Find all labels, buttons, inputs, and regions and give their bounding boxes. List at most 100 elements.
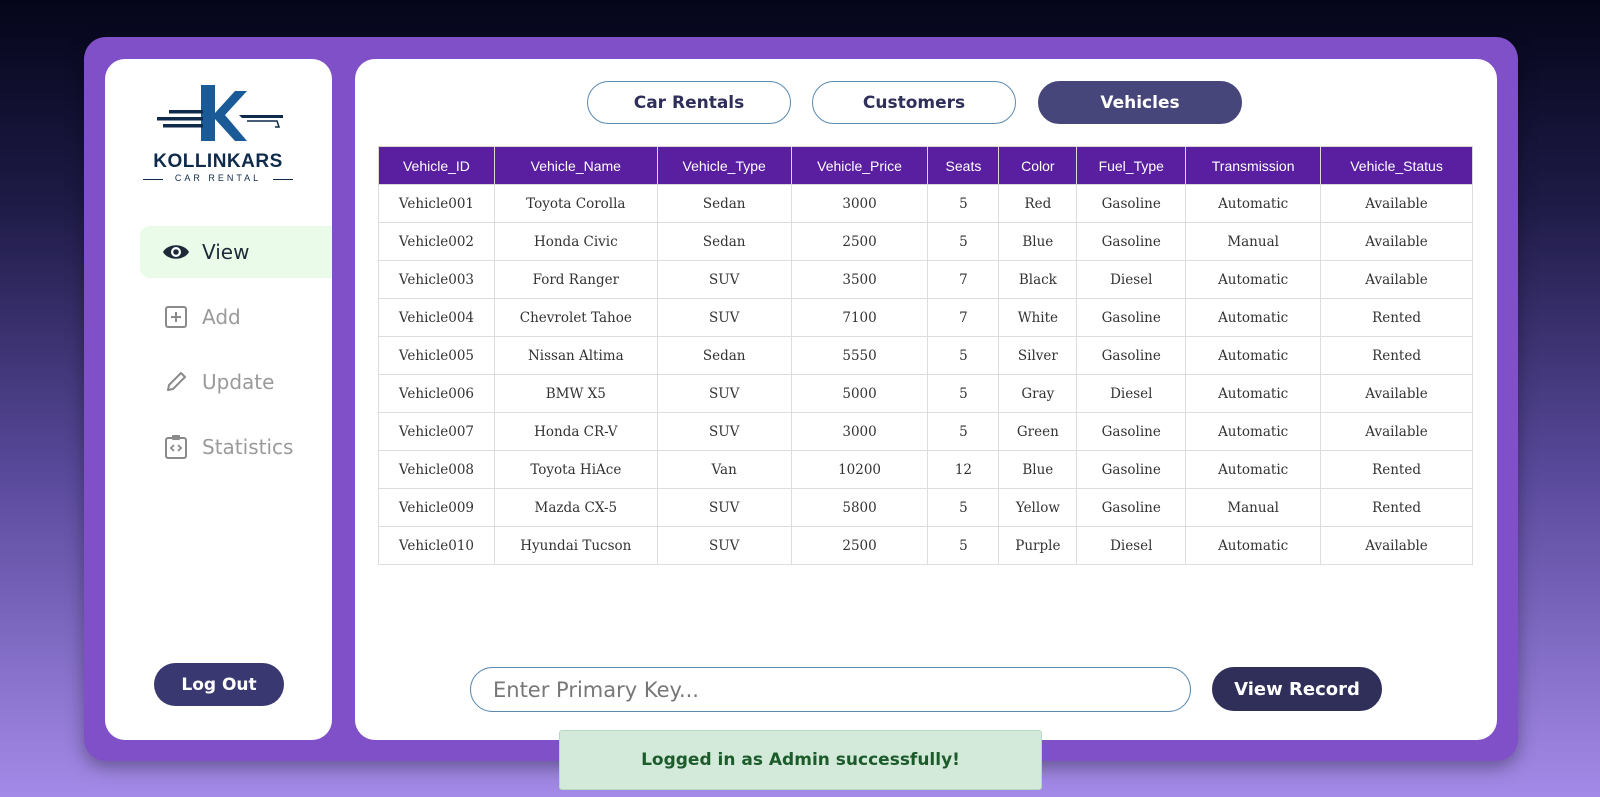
table-header-row: Vehicle_ID Vehicle_Name Vehicle_Type Veh… xyxy=(378,146,1473,185)
brand-name: KOLLINKARS xyxy=(153,151,283,172)
table-cell: Nissan Altima xyxy=(493,336,658,375)
sidebar-item-label: View xyxy=(202,240,250,264)
column-header[interactable]: Transmission xyxy=(1185,146,1322,185)
table-cell: Diesel xyxy=(1076,374,1187,413)
main-panel: Car Rentals Customers Vehicles Vehicle_I… xyxy=(355,59,1497,740)
table-cell: Vehicle007 xyxy=(378,412,495,451)
table-cell: Rented xyxy=(1320,336,1473,375)
table-cell: Gasoline xyxy=(1076,336,1187,375)
table-row[interactable]: Vehicle003 Ford Ranger SUV 3500 7 Black Diesel… xyxy=(378,260,1473,299)
table-cell: Sedan xyxy=(656,222,792,261)
table-cell: Automatic xyxy=(1185,336,1322,375)
table-row[interactable]: Vehicle005 Nissan Altima Sedan 5550 5 Silver G… xyxy=(378,336,1473,375)
table-cell: Manual xyxy=(1185,488,1322,527)
table-row[interactable]: Vehicle006 BMW X5 SUV 5000 5 Gray Diesel Automa… xyxy=(378,374,1473,413)
table-cell: Gasoline xyxy=(1076,298,1187,337)
table-row[interactable]: Vehicle010 Hyundai Tucson SUV 2500 5 Purple Di… xyxy=(378,526,1473,565)
table-cell: 5 xyxy=(927,374,1000,413)
table-cell: 7100 xyxy=(790,298,929,337)
table-cell: Black xyxy=(998,260,1078,299)
table-row[interactable]: Vehicle004 Chevrolet Tahoe SUV 7100 7 White Ga… xyxy=(378,298,1473,337)
table-cell: Automatic xyxy=(1185,412,1322,451)
column-header[interactable]: Fuel_Type xyxy=(1076,146,1187,185)
column-header[interactable]: Vehicle_Price xyxy=(790,146,929,185)
table-cell: Vehicle010 xyxy=(378,526,495,565)
sidebar-item-label: Update xyxy=(202,370,275,394)
table-cell: Blue xyxy=(998,450,1078,489)
table-cell: Rented xyxy=(1320,450,1473,489)
table-cell: Vehicle005 xyxy=(378,336,495,375)
logout-button[interactable]: Log Out xyxy=(154,663,284,706)
table-cell: 3000 xyxy=(790,412,929,451)
column-header[interactable]: Vehicle_ID xyxy=(378,146,495,185)
table-cell: 5000 xyxy=(790,374,929,413)
table-cell: 3500 xyxy=(790,260,929,299)
table-cell: Rented xyxy=(1320,298,1473,337)
table-cell: Gray xyxy=(998,374,1078,413)
table-cell: Available xyxy=(1320,260,1473,299)
table-row[interactable]: Vehicle008 Toyota HiAce Van 10200 12 Blue Gaso… xyxy=(378,450,1473,489)
table-cell: SUV xyxy=(656,412,792,451)
table-cell: Gasoline xyxy=(1076,412,1187,451)
column-header[interactable]: Vehicle_Status xyxy=(1320,146,1473,185)
table-row[interactable]: Vehicle001 Toyota Corolla Sedan 3000 5 Red Gas… xyxy=(378,184,1473,223)
table-body: Vehicle001 Toyota Corolla Sedan 3000 5 Red Gas… xyxy=(378,184,1473,565)
table-cell: Available xyxy=(1320,526,1473,565)
sidebar-item-label: Add xyxy=(202,305,241,329)
column-header[interactable]: Color xyxy=(998,146,1078,185)
table-cell: Gasoline xyxy=(1076,450,1187,489)
sidebar-item-statistics[interactable]: Statistics xyxy=(140,421,332,473)
table-cell: Yellow xyxy=(998,488,1078,527)
table-cell: Rented xyxy=(1320,488,1473,527)
table-cell: Available xyxy=(1320,222,1473,261)
table-cell: Automatic xyxy=(1185,374,1322,413)
column-header[interactable]: Seats xyxy=(927,146,1000,185)
table-row[interactable]: Vehicle007 Honda CR-V SUV 3000 5 Green Gasolin… xyxy=(378,412,1473,451)
table-cell: Automatic xyxy=(1185,526,1322,565)
table-cell: 10200 xyxy=(790,450,929,489)
table-cell: 5 xyxy=(927,222,1000,261)
table-row[interactable]: Vehicle009 Mazda CX-5 SUV 5800 5 Yellow Gasoli… xyxy=(378,488,1473,527)
tab-customers[interactable]: Customers xyxy=(812,81,1016,124)
clipboard-code-icon xyxy=(162,433,190,461)
table-cell: Blue xyxy=(998,222,1078,261)
tab-car-rentals[interactable]: Car Rentals xyxy=(587,81,791,124)
table-cell: Green xyxy=(998,412,1078,451)
table-cell: 5 xyxy=(927,412,1000,451)
table-cell: Automatic xyxy=(1185,450,1322,489)
primary-key-input[interactable] xyxy=(470,667,1191,712)
sidebar-item-view[interactable]: View xyxy=(140,226,332,278)
table-cell: Vehicle006 xyxy=(378,374,495,413)
tab-vehicles[interactable]: Vehicles xyxy=(1038,81,1242,124)
table-cell: Van xyxy=(656,450,792,489)
toast-message: Logged in as Admin successfully! xyxy=(641,750,960,770)
table-cell: Diesel xyxy=(1076,260,1187,299)
table-cell: Silver xyxy=(998,336,1078,375)
column-header[interactable]: Vehicle_Name xyxy=(493,146,658,185)
brand-tagline: CAR RENTAL xyxy=(143,173,293,183)
table-cell: SUV xyxy=(656,298,792,337)
table-cell: SUV xyxy=(656,374,792,413)
table-cell: Vehicle001 xyxy=(378,184,495,223)
sidebar-item-add[interactable]: Add xyxy=(140,291,332,343)
table-cell: SUV xyxy=(656,260,792,299)
table-cell: 5 xyxy=(927,336,1000,375)
sidebar-item-update[interactable]: Update xyxy=(140,356,332,408)
table-cell: 2500 xyxy=(790,526,929,565)
view-record-button[interactable]: View Record xyxy=(1212,667,1382,711)
table-cell: Vehicle003 xyxy=(378,260,495,299)
sidebar-item-label: Statistics xyxy=(202,435,294,459)
pencil-icon xyxy=(162,368,190,396)
sidebar-nav: View Add Update Statistics xyxy=(140,226,332,486)
table-cell: Gasoline xyxy=(1076,222,1187,261)
table-row[interactable]: Vehicle002 Honda Civic Sedan 2500 5 Blue Gasol… xyxy=(378,222,1473,261)
logo-k-icon xyxy=(157,85,283,141)
table-cell: Ford Ranger xyxy=(493,260,658,299)
table-cell: Mazda CX-5 xyxy=(493,488,658,527)
table-cell: Sedan xyxy=(656,336,792,375)
table-cell: Vehicle008 xyxy=(378,450,495,489)
column-header[interactable]: Vehicle_Type xyxy=(656,146,792,185)
table-cell: Available xyxy=(1320,184,1473,223)
table-cell: SUV xyxy=(656,488,792,527)
table-cell: 7 xyxy=(927,298,1000,337)
